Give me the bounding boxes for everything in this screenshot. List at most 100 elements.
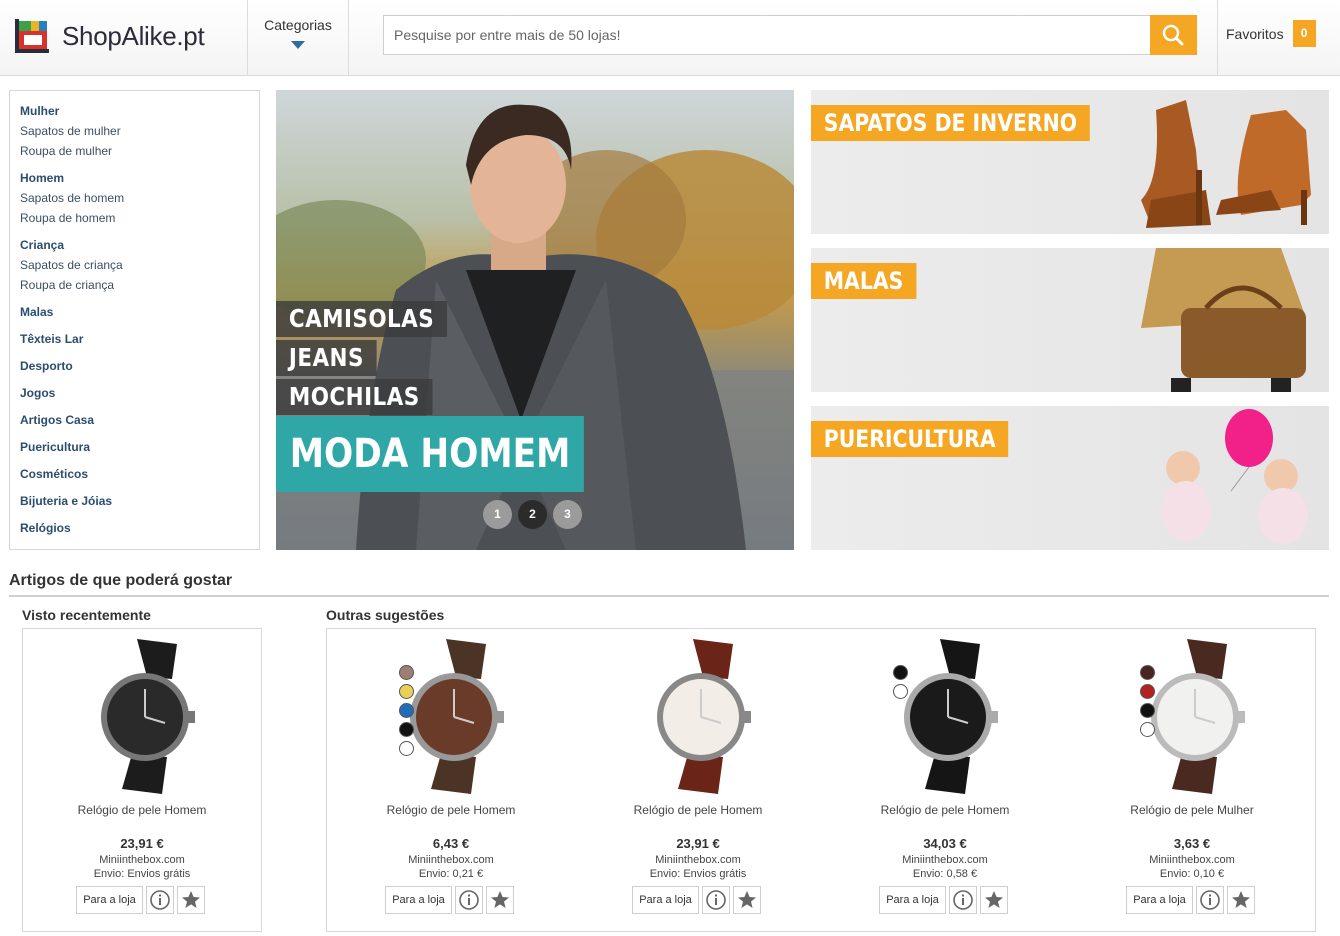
sidebar-item-sapatos-crianca[interactable]: Sapatos de criança [20, 255, 259, 275]
product-price: 3,63 € [1173, 836, 1211, 851]
color-swatch[interactable] [399, 741, 414, 756]
color-swatch[interactable] [399, 665, 414, 680]
color-swatch[interactable] [1140, 703, 1155, 718]
sidebar-item-sapatos-mulher[interactable]: Sapatos de mulher [20, 121, 259, 141]
favorites-button[interactable]: Favoritos 0 [1226, 20, 1316, 47]
color-swatch[interactable] [399, 684, 414, 699]
recent-heading: Visto recentemente [22, 607, 151, 623]
sidebar-item-malas[interactable]: Malas [20, 303, 259, 321]
product-name[interactable]: Relógio de pele Mulher [1077, 803, 1307, 817]
product-shipping: Envio: Envios grátis [649, 868, 747, 880]
info-button[interactable] [948, 886, 977, 914]
color-swatch[interactable] [399, 722, 414, 737]
sidebar-item-roupa-homem[interactable]: Roupa de homem [20, 208, 259, 228]
product-card[interactable]: Relógio de pele Homem 6,43 € Miniinthebo… [336, 629, 566, 929]
hero-main-title[interactable]: MODA HOMEM [276, 416, 585, 492]
go-to-store-button[interactable]: Para a loja [385, 886, 452, 914]
divider [1217, 0, 1218, 76]
product-shipping: Envio: Envios grátis [93, 868, 191, 880]
product-price: 34,03 € [923, 836, 967, 851]
product-card[interactable]: Relógio de pele Homem 34,03 € Miniintheb… [830, 629, 1060, 929]
promo-label: MALAS [811, 263, 917, 299]
star-icon [984, 891, 1003, 908]
hero-tag-mochilas[interactable]: MOCHILAS [276, 379, 433, 415]
divider [348, 0, 349, 76]
sidebar-item-artigos-casa[interactable]: Artigos Casa [20, 411, 259, 429]
product-price: 23,91 € [120, 836, 164, 851]
product-card[interactable]: Relógio de pele Homem 23,91 € Miniintheb… [583, 629, 813, 929]
product-actions: Para a loja [583, 886, 813, 914]
favorites-count-badge: 0 [1292, 20, 1316, 47]
favorite-button[interactable] [1226, 886, 1255, 914]
promo-puericultura[interactable]: PUERICULTURA [811, 406, 1329, 550]
product-store: Miniinthebox.com [655, 854, 741, 866]
star-icon [181, 891, 200, 908]
sidebar-item-cosmeticos[interactable]: Cosméticos [20, 465, 259, 483]
sidebar-item-texteis-lar[interactable]: Têxteis Lar [20, 330, 259, 348]
go-to-store-button[interactable]: Para a loja [1126, 886, 1193, 914]
favorite-button[interactable] [979, 886, 1008, 914]
categories-label: Categorias [264, 17, 332, 33]
go-to-store-button[interactable]: Para a loja [879, 886, 946, 914]
color-swatch[interactable] [1140, 665, 1155, 680]
sidebar-item-homem[interactable]: Homem [20, 169, 259, 187]
favorite-button[interactable] [485, 886, 514, 914]
favorite-button[interactable] [732, 886, 761, 914]
color-swatches [1140, 665, 1155, 741]
categories-button[interactable]: Categorias [248, 0, 348, 76]
sidebar-item-sapatos-homem[interactable]: Sapatos de homem [20, 188, 259, 208]
logo-text: ShopAlike.pt [62, 20, 205, 51]
search-input[interactable] [384, 16, 1150, 54]
info-icon [149, 890, 170, 910]
sidebar-item-puericultura[interactable]: Puericultura [20, 438, 259, 456]
sidebar-item-desporto[interactable]: Desporto [20, 357, 259, 375]
color-swatch[interactable] [893, 665, 908, 680]
info-button[interactable] [145, 886, 174, 914]
product-card[interactable]: Relógio de pele Mulher 3,63 € Miniintheb… [1077, 629, 1307, 929]
header: ShopAlike.pt Categorias Favoritos 0 [0, 0, 1340, 76]
hero-slider[interactable]: CAMISOLAS JEANS MOCHILAS MODA HOMEM 1 2 … [276, 90, 794, 550]
color-swatch[interactable] [1140, 722, 1155, 737]
slider-dot-2[interactable]: 2 [518, 500, 547, 529]
product-actions: Para a loja [1077, 886, 1307, 914]
go-to-store-button[interactable]: Para a loja [632, 886, 699, 914]
sidebar-item-bijuteria[interactable]: Bijuteria e Jóias [20, 492, 259, 510]
product-name[interactable]: Relógio de pele Homem [583, 803, 813, 817]
info-button[interactable] [701, 886, 730, 914]
info-button[interactable] [1195, 886, 1224, 914]
star-icon [737, 891, 756, 908]
product-card[interactable]: Relógio de pele Homem 23,91 € Miniintheb… [27, 629, 257, 929]
hero-tag-jeans[interactable]: JEANS [276, 340, 377, 376]
product-name[interactable]: Relógio de pele Homem [336, 803, 566, 817]
slider-dot-3[interactable]: 3 [553, 500, 582, 529]
watch-image [657, 639, 751, 794]
product-shipping: Envio: 0,10 € [1159, 868, 1225, 880]
chevron-down-icon [291, 41, 305, 49]
sidebar-item-crianca[interactable]: Criança [20, 236, 259, 254]
go-to-store-button[interactable]: Para a loja [76, 886, 143, 914]
sidebar-item-jogos[interactable]: Jogos [20, 384, 259, 402]
search-bar [383, 15, 1197, 55]
search-button[interactable] [1150, 15, 1197, 55]
sidebar-item-roupa-crianca[interactable]: Roupa de criança [20, 275, 259, 295]
color-swatches [399, 665, 414, 760]
product-store: Miniinthebox.com [99, 854, 185, 866]
sidebar-item-relogios[interactable]: Relógios [20, 519, 259, 537]
logo[interactable]: ShopAlike.pt [14, 16, 205, 56]
sidebar-item-roupa-mulher[interactable]: Roupa de mulher [20, 141, 259, 161]
product-store: Miniinthebox.com [408, 854, 494, 866]
watch-image [101, 639, 195, 794]
slider-dot-1[interactable]: 1 [483, 500, 512, 529]
product-name[interactable]: Relógio de pele Homem [830, 803, 1060, 817]
color-swatch[interactable] [1140, 684, 1155, 699]
hero-tag-camisolas[interactable]: CAMISOLAS [276, 301, 448, 337]
color-swatch[interactable] [893, 684, 908, 699]
product-name[interactable]: Relógio de pele Homem [27, 803, 257, 817]
favorite-button[interactable] [176, 886, 205, 914]
color-swatch[interactable] [399, 703, 414, 718]
sidebar-item-mulher[interactable]: Mulher [20, 102, 259, 120]
promo-sapatos-inverno[interactable]: SAPATOS DE INVERNO [811, 90, 1329, 234]
promo-label: PUERICULTURA [811, 421, 1009, 457]
info-button[interactable] [454, 886, 483, 914]
promo-malas[interactable]: MALAS [811, 248, 1329, 392]
